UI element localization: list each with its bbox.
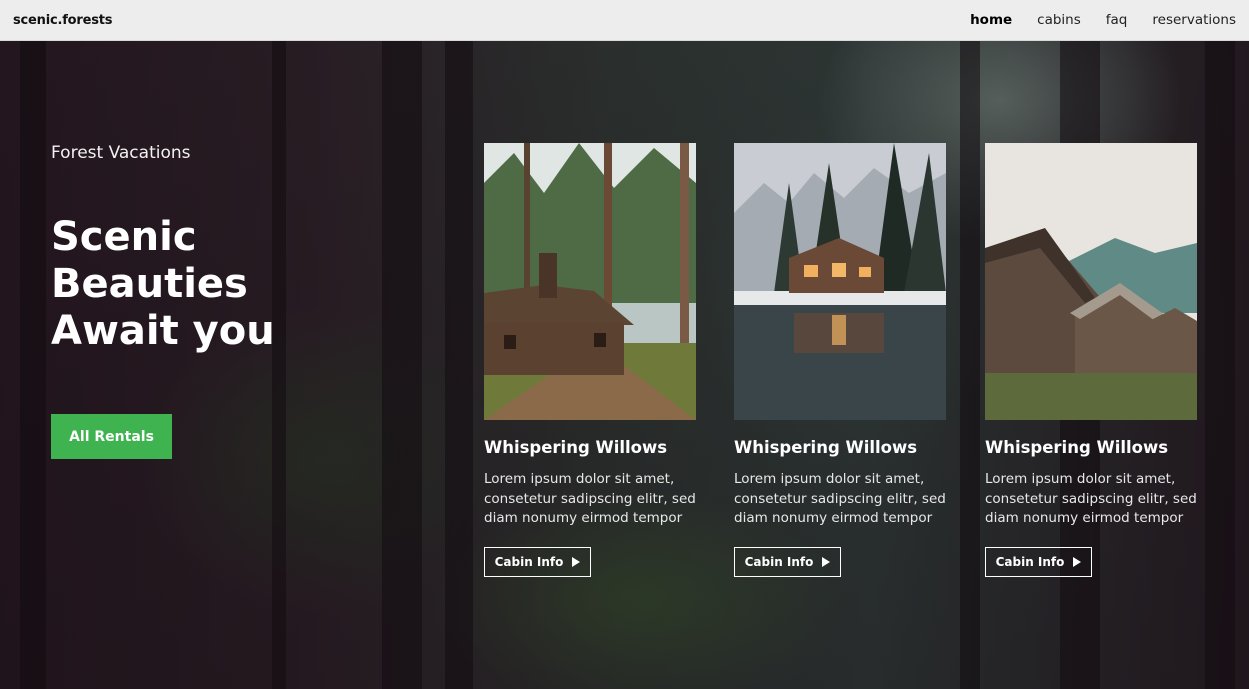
cabin-card-description: Lorem ipsum dolor sit amet, consetetur s… <box>734 471 946 526</box>
nav-link-reservations[interactable]: reservations <box>1152 12 1236 28</box>
hero-headline: Scenic Beauties Await you <box>51 214 311 355</box>
cabin-photo[interactable] <box>985 143 1197 420</box>
cabin-info-button[interactable]: Cabin Info <box>985 546 1092 577</box>
cabin-info-label: Cabin Info <box>494 554 564 569</box>
cabin-card: Whispering Willows Lorem ipsum dolor sit… <box>484 143 696 577</box>
cabin-info-button[interactable]: Cabin Info <box>484 546 591 577</box>
headline-line-3: Await you <box>51 308 275 354</box>
play-arrow-icon <box>1073 556 1082 567</box>
nav-link-cabins[interactable]: cabins <box>1037 12 1081 28</box>
nav-link-home[interactable]: home <box>970 12 1012 28</box>
cabin-info-button[interactable]: Cabin Info <box>734 546 841 577</box>
cabin-photo[interactable] <box>734 143 946 420</box>
top-nav: scenic.forests home cabins faq reservati… <box>0 0 1249 41</box>
cabin-card-title: Whispering Willows <box>734 438 918 457</box>
cabin-card-title: Whispering Willows <box>985 438 1169 457</box>
headline-line-1: Scenic <box>51 214 197 260</box>
cabin-photo-art <box>484 143 696 420</box>
cabin-card-description: Lorem ipsum dolor sit amet, consetetur s… <box>985 471 1197 526</box>
cabin-info-label: Cabin Info <box>744 554 814 569</box>
cabin-card-title: Whispering Willows <box>484 438 668 457</box>
cabin-card: Whispering Willows Lorem ipsum dolor sit… <box>734 143 946 577</box>
cabin-card-description: Lorem ipsum dolor sit amet, consetetur s… <box>484 471 696 526</box>
play-arrow-icon <box>572 556 581 567</box>
cabin-card: Whispering Willows Lorem ipsum dolor sit… <box>985 143 1197 577</box>
nav-links: home cabins faq reservations <box>970 12 1236 28</box>
cabin-info-label: Cabin Info <box>995 554 1065 569</box>
headline-line-2: Beauties <box>51 261 248 307</box>
cabin-photo-art <box>985 143 1197 420</box>
play-arrow-icon <box>822 556 831 567</box>
hero-eyebrow: Forest Vacations <box>51 143 191 163</box>
brand-logo[interactable]: scenic.forests <box>13 13 113 28</box>
cabin-photo-art <box>734 143 946 420</box>
nav-link-faq[interactable]: faq <box>1106 12 1128 28</box>
all-rentals-button[interactable]: All Rentals <box>51 414 172 459</box>
cabin-photo[interactable] <box>484 143 696 420</box>
